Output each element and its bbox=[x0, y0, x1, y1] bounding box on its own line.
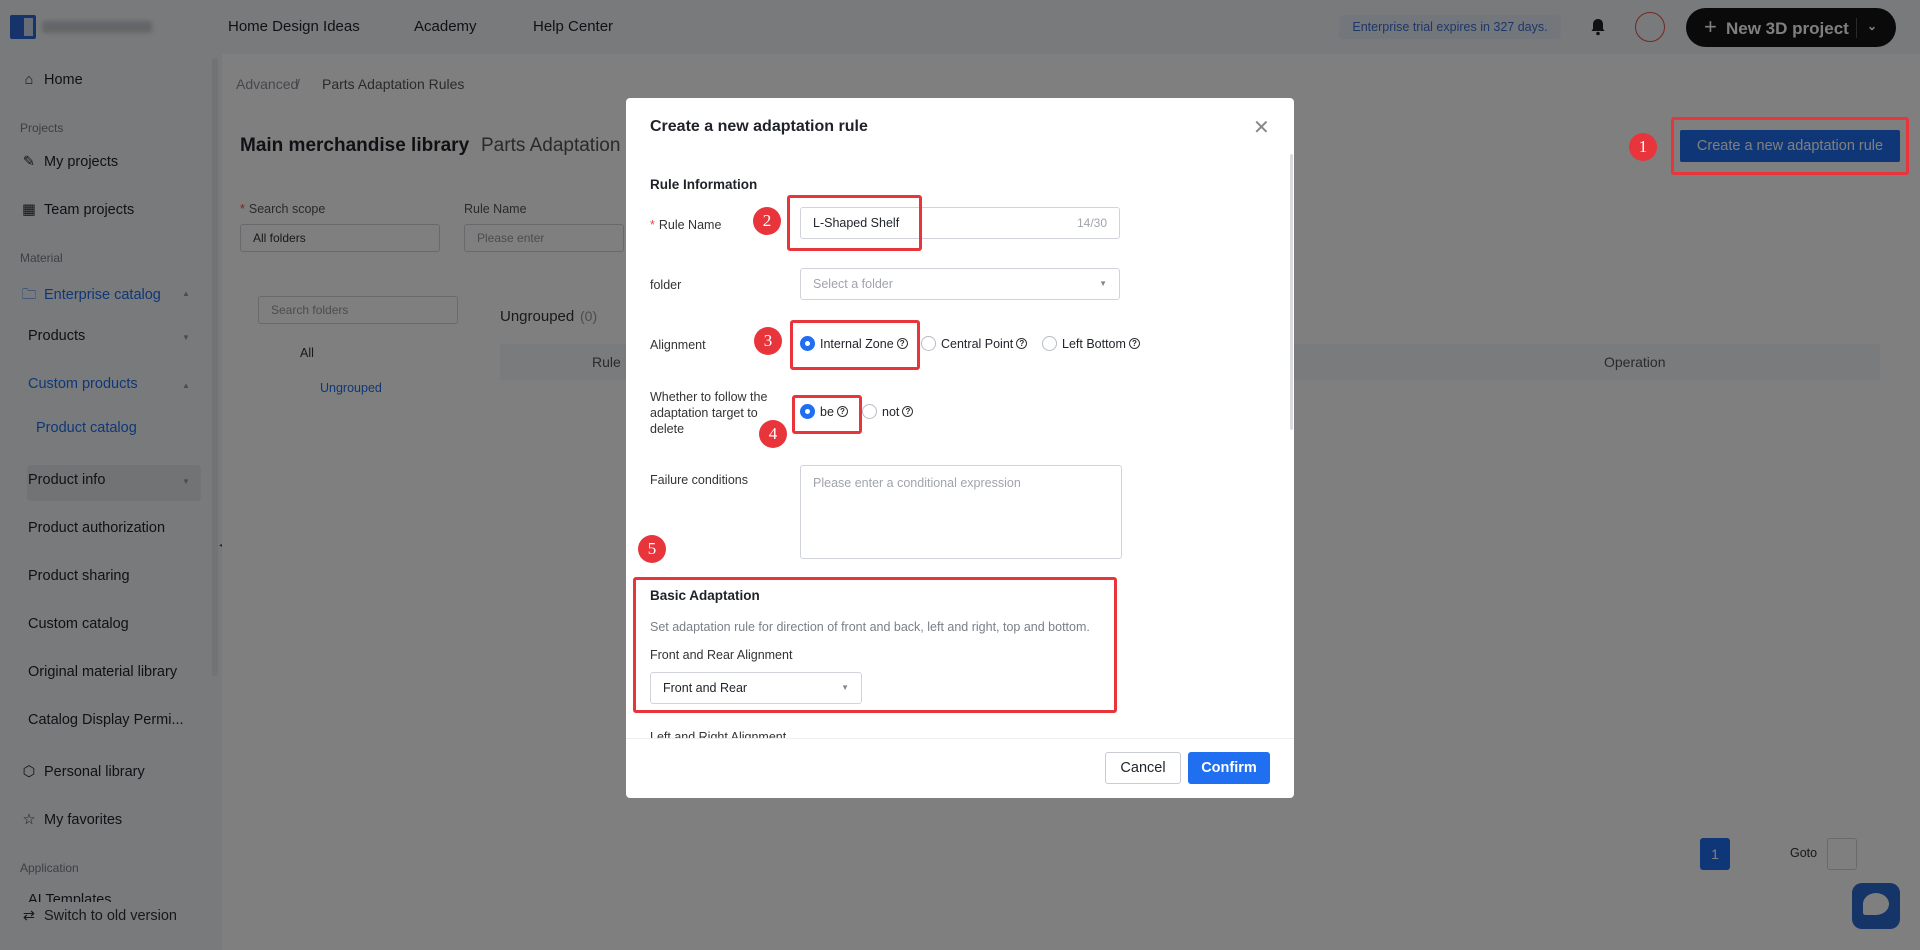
chevron-down-icon: ▼ bbox=[1099, 279, 1107, 288]
annotation-badge-3: 3 bbox=[754, 327, 782, 355]
annotation-box-3 bbox=[790, 320, 920, 370]
help-icon[interactable]: ? bbox=[902, 406, 914, 417]
radio-control[interactable] bbox=[1042, 336, 1057, 351]
section-rule-information: Rule Information bbox=[650, 177, 758, 192]
annotation-badge-4: 4 bbox=[759, 420, 787, 448]
annotation-badge-1: 1 bbox=[1629, 133, 1657, 161]
dialog-scrollbar[interactable] bbox=[1290, 154, 1293, 430]
radio-not[interactable]: not? bbox=[862, 404, 914, 419]
failure-conditions-textarea[interactable]: Please enter a conditional expression bbox=[800, 465, 1122, 559]
radio-label: Central Point bbox=[941, 336, 1014, 351]
radio-label: not bbox=[882, 404, 900, 419]
rule-name-char-count: 14/30 bbox=[1076, 216, 1107, 230]
annotation-box-4 bbox=[792, 395, 862, 434]
radio-left-bottom[interactable]: Left Bottom? bbox=[1042, 336, 1140, 351]
annotation-box-1 bbox=[1671, 117, 1909, 175]
radio-control[interactable] bbox=[921, 336, 936, 351]
dialog-title: Create a new adaptation rule bbox=[650, 118, 868, 135]
alignment-label: Alignment bbox=[650, 338, 706, 352]
rule-name-label-text: Rule Name bbox=[658, 218, 722, 232]
help-icon[interactable]: ? bbox=[1128, 338, 1140, 349]
failure-conditions-label: Failure conditions bbox=[650, 473, 748, 487]
left-right-label: Left and Right Alignment bbox=[650, 730, 787, 738]
annotation-box-2 bbox=[787, 195, 922, 251]
radio-central-point[interactable]: Central Point? bbox=[921, 336, 1028, 351]
dialog-footer-divider bbox=[626, 738, 1294, 739]
help-icon[interactable]: ? bbox=[1016, 338, 1028, 349]
confirm-button[interactable]: Confirm bbox=[1188, 752, 1270, 784]
radio-label: Left Bottom bbox=[1062, 336, 1126, 351]
folder-select[interactable]: Select a folder ▼ bbox=[800, 268, 1120, 300]
radio-control[interactable] bbox=[862, 404, 877, 419]
annotation-badge-5: 5 bbox=[638, 535, 666, 563]
cancel-button[interactable]: Cancel bbox=[1105, 752, 1181, 784]
annotation-badge-2: 2 bbox=[753, 207, 781, 235]
annotation-box-5 bbox=[633, 577, 1117, 713]
folder-placeholder: Select a folder bbox=[813, 277, 893, 291]
rule-name-label: * Rule Name bbox=[650, 218, 722, 232]
close-icon[interactable]: ✕ bbox=[1253, 115, 1270, 140]
folder-label: folder bbox=[650, 278, 682, 292]
